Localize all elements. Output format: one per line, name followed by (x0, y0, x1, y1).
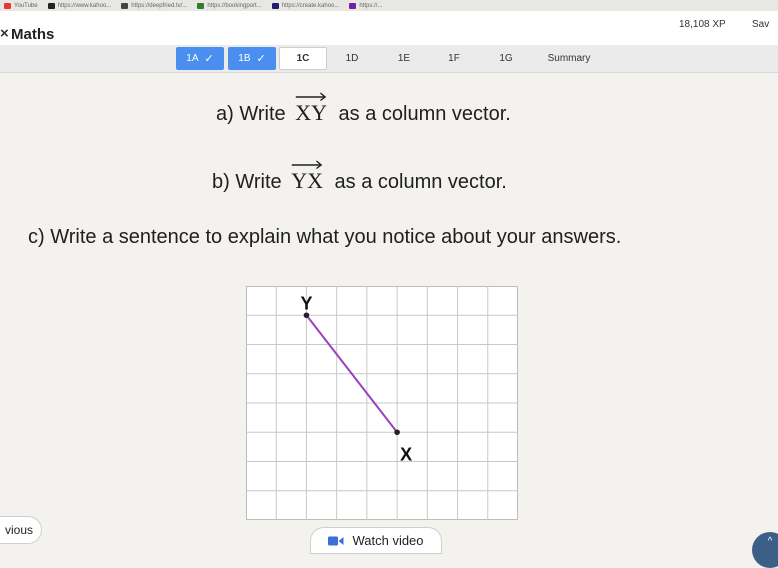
bookmark-item[interactable]: https://www.kahoo... (47, 2, 112, 9)
bookmark-favicon-icon (121, 2, 129, 9)
bookmarks-bar: YouTube https://www.kahoo... https://deepf… (0, 0, 778, 11)
tab-1f[interactable]: 1F (434, 47, 474, 70)
check-icon: ✓ (204, 53, 214, 65)
check-icon: ✓ (256, 53, 266, 65)
bookmark-item[interactable]: https://create.kahoo... (271, 2, 340, 9)
point-y-label: Y (300, 293, 312, 313)
bookmark-favicon-icon (349, 2, 357, 9)
vector-xy-label: XY (295, 100, 327, 125)
bookmark-item[interactable]: https://... (349, 2, 383, 9)
bookmark-favicon-icon (271, 2, 279, 9)
chevron-up-icon: ^ (767, 536, 773, 547)
point-x-dot (394, 429, 400, 436)
watch-video-button[interactable]: Watch video (310, 527, 442, 554)
tab-label: 1E (397, 53, 411, 64)
bookmark-favicon-icon (197, 2, 205, 9)
close-icon[interactable]: × (0, 26, 9, 41)
question-a-prefix: a) Write (216, 103, 286, 125)
previous-label: vious (5, 523, 34, 537)
question-b-prefix: b) Write (212, 171, 282, 193)
previous-button[interactable]: vious (0, 516, 42, 544)
tab-1b[interactable]: 1B ✓ (228, 47, 276, 70)
question-b-suffix: as a column vector. (334, 171, 507, 193)
bookmark-item[interactable]: https://bookingport... (197, 2, 262, 9)
bookmark-label: https://deepfried.tv/... (131, 2, 188, 9)
tab-label: Summary (547, 53, 591, 64)
question-a-suffix: as a column vector. (338, 103, 511, 125)
question-a: a) Write XY as a column vector. (216, 92, 511, 126)
grid-svg: YX (246, 286, 518, 520)
tab-1c[interactable]: 1C (279, 47, 327, 70)
task-tabs: 1A ✓ 1B ✓ 1C 1D 1E 1F 1G Summary (0, 45, 778, 73)
bookmark-favicon-icon (4, 2, 11, 9)
bookmark-label: https://bookingport... (207, 2, 262, 9)
page-title: Maths (11, 26, 55, 43)
tab-1d[interactable]: 1D (332, 47, 372, 70)
tab-label: 1B (238, 53, 251, 64)
tab-label: 1G (499, 53, 513, 64)
tab-summary[interactable]: Summary (534, 47, 604, 70)
bookmark-label: https://... (359, 2, 383, 9)
vector-yx-label: YX (291, 168, 323, 193)
point-x-label: X (400, 444, 412, 464)
video-camera-icon (328, 536, 344, 546)
tab-label: 1F (448, 53, 460, 64)
tab-1g[interactable]: 1G (486, 47, 526, 70)
bookmark-item[interactable]: YouTube (4, 2, 38, 9)
bookmark-label: YouTube (14, 2, 38, 9)
vector-arrow-icon (291, 160, 323, 169)
question-c: c) Write a sentence to explain what you … (28, 226, 622, 248)
vector-grid-diagram: YX (246, 286, 518, 520)
tab-label: 1D (345, 53, 359, 64)
tab-1a[interactable]: 1A ✓ (176, 47, 224, 70)
watch-video-label: Watch video (352, 533, 424, 548)
point-y-dot (303, 312, 310, 319)
vector-arrow-icon (295, 92, 327, 101)
bookmark-label: https://create.kahoo... (281, 2, 340, 9)
scroll-up-button[interactable]: ^ (752, 532, 778, 568)
question-b: b) Write YX as a column vector. (212, 160, 507, 194)
tab-1e[interactable]: 1E (384, 47, 424, 70)
vector-xy: XY (295, 92, 327, 126)
bookmark-favicon-icon (47, 2, 55, 9)
xp-counter: 18,108 XP (679, 19, 726, 30)
tab-label: 1A (186, 53, 199, 64)
bookmark-label: https://www.kahoo... (57, 2, 112, 9)
save-button[interactable]: Sav (752, 19, 769, 30)
vector-yx: YX (291, 160, 323, 194)
bookmark-item[interactable]: https://deepfried.tv/... (121, 2, 188, 9)
tab-label: 1C (296, 53, 310, 64)
